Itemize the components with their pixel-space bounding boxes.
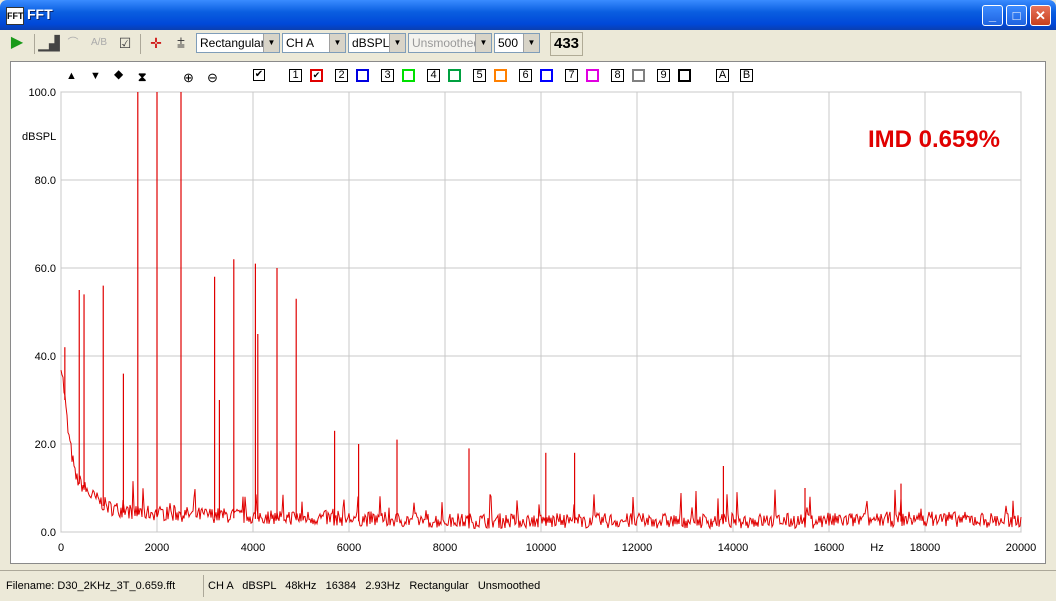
channel-6-checkbox[interactable] xyxy=(540,69,553,82)
average-counter: 433 xyxy=(550,32,584,56)
channel-1-label: 1 xyxy=(289,69,302,82)
channel-4-checkbox[interactable] xyxy=(448,69,461,82)
channel-9-label: 9 xyxy=(657,69,670,82)
chevron-down-icon: ▼ xyxy=(263,34,279,52)
toolbar: ▶ ▁▟ ⌒ A/B ☑ ✛ ⩲ Rectangular ▼ CH A ▼ dBSP… xyxy=(4,30,1052,58)
channel-8-label: 8 xyxy=(611,69,624,82)
title-bar: FFT FFT _ □ ✕ xyxy=(0,0,1056,30)
peak-icon[interactable]: ⌒ xyxy=(62,32,84,54)
channel-select[interactable]: CH A ▼ xyxy=(282,33,346,53)
chevron-down-icon: ▼ xyxy=(329,34,345,52)
scroll-up-icon[interactable]: ▲ xyxy=(66,70,77,84)
status-bar: Filename: D30_2KHz_3T_0.659.fft CH A dBS… xyxy=(0,570,1056,601)
zoom-out-icon[interactable]: ⊖ xyxy=(207,70,218,85)
plot-area xyxy=(10,61,1046,564)
channel-8-checkbox[interactable] xyxy=(632,69,645,82)
crosshair-icon[interactable]: ✛ xyxy=(145,32,167,54)
channel-3-label: 3 xyxy=(381,69,394,82)
play-icon[interactable]: ▶ xyxy=(6,32,28,54)
units-select[interactable]: dBSPL ▼ xyxy=(348,33,406,53)
spectrum-icon[interactable]: ▁▟ xyxy=(38,32,60,54)
channel-6-label: 6 xyxy=(519,69,532,82)
average-select[interactable]: 500 ▼ xyxy=(494,33,540,53)
close-button[interactable]: ✕ xyxy=(1030,5,1051,26)
scroll-down-icon[interactable]: ▼ xyxy=(90,70,101,84)
maximize-button[interactable]: □ xyxy=(1006,5,1027,26)
scale-icon[interactable]: ⩲ xyxy=(170,32,192,54)
status-filename: Filename: D30_2KHz_3T_0.659.fft xyxy=(6,580,176,592)
window-type-select[interactable]: Rectangular ▼ xyxy=(196,33,280,53)
channel-4-label: 4 xyxy=(427,69,440,82)
channel-7-label: 7 xyxy=(565,69,578,82)
zoom-in-icon[interactable]: ⊕ xyxy=(183,70,194,85)
channel-2-label: 2 xyxy=(335,69,348,82)
compress-icon[interactable]: ⧗ xyxy=(138,70,146,84)
all-channels-checkbox[interactable]: ✔ xyxy=(253,69,265,81)
chevron-down-icon: ▼ xyxy=(523,34,539,52)
channel-2-checkbox[interactable] xyxy=(356,69,369,82)
minimize-button[interactable]: _ xyxy=(982,5,1003,26)
channel-7-checkbox[interactable] xyxy=(586,69,599,82)
status-info: CH A dBSPL 48kHz 16384 2.93Hz Rectangula… xyxy=(208,580,541,592)
ab-icon[interactable]: A/B xyxy=(88,32,110,54)
channel-9-checkbox[interactable] xyxy=(678,69,691,82)
chevron-down-icon: ▼ xyxy=(475,34,491,52)
expand-icon[interactable]: ◆ xyxy=(114,68,123,84)
marker-a-button[interactable]: A xyxy=(716,69,729,82)
channel-3-checkbox[interactable] xyxy=(402,69,415,82)
channel-5-checkbox[interactable] xyxy=(494,69,507,82)
channel-1-checkbox[interactable]: ✔ xyxy=(310,69,323,82)
checklist-icon[interactable]: ☑ xyxy=(114,32,136,54)
chevron-down-icon: ▼ xyxy=(389,34,405,52)
smoothing-select[interactable]: Unsmoothed ▼ xyxy=(408,33,492,53)
window-title: FFT xyxy=(27,6,53,22)
channel-5-label: 5 xyxy=(473,69,486,82)
marker-b-button[interactable]: B xyxy=(740,69,753,82)
app-icon: FFT xyxy=(6,7,24,25)
